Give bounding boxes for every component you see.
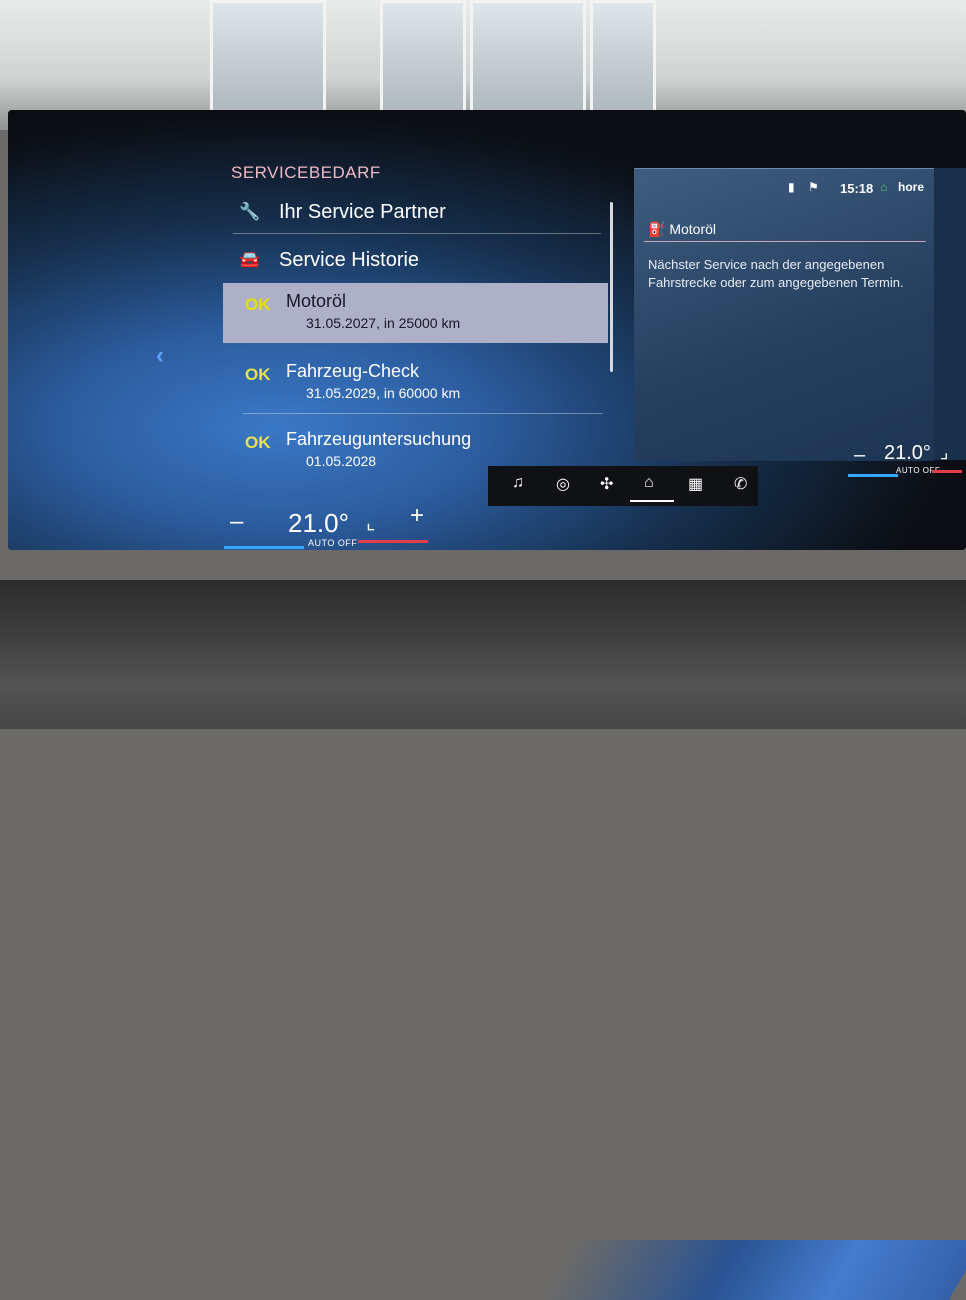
service-detail: 31.05.2029, in 60000 km <box>306 385 461 401</box>
climate-control-driver: – 21.0° ⌞ AUTO OFF + <box>218 502 428 550</box>
service-name: Motoröl <box>286 291 347 311</box>
wrench-icon: 🔧 <box>239 202 261 221</box>
service-name: Fahrzeuguntersuchung <box>286 429 472 449</box>
seat-heating-icon[interactable]: ⌟ <box>940 442 948 463</box>
cool-indicator <box>848 474 898 477</box>
menu-item-service-partner[interactable]: 🔧 Ihr Service Partner <box>233 193 601 234</box>
screen-edge <box>934 168 966 460</box>
ambient-light-strip <box>542 1240 966 1300</box>
heat-indicator <box>932 470 962 473</box>
service-name: Fahrzeug-Check <box>286 361 420 381</box>
user-profile[interactable]: hore <box>898 180 924 194</box>
phone-icon[interactable]: ✆ <box>734 474 747 494</box>
music-note-icon[interactable]: ♫ <box>512 474 524 492</box>
wifi-icon: ⌂ <box>880 180 888 194</box>
status-bar: ▮ ⚑ 15:18 ⌂ hore <box>784 175 934 203</box>
status-badge: OK <box>245 295 271 314</box>
cool-indicator <box>224 546 304 549</box>
seat-heating-icon[interactable]: ⌞ <box>366 510 375 535</box>
status-badge: OK <box>245 433 271 452</box>
phone-signal-icon: ▮ <box>788 180 795 194</box>
temp-decrease-button[interactable]: – <box>854 444 865 467</box>
detail-title: ⛽ Motoröl <box>648 221 716 238</box>
navigation-icon[interactable]: ◎ <box>556 474 570 494</box>
app-dock: ♫ ◎ ✣ ⌂ ▦ ✆ <box>488 466 758 506</box>
apps-grid-icon[interactable]: ▦ <box>688 474 703 494</box>
service-detail: 01.05.2028 <box>306 453 377 469</box>
temperature-readout: 21.0° <box>884 442 931 464</box>
flag-icon: ⚑ <box>808 180 819 194</box>
curved-display: ‹ SERVICEBEDARF 🔧 Ihr Service Partner 🚘 … <box>8 110 966 550</box>
garage-window <box>380 0 466 126</box>
divider <box>243 413 603 414</box>
fan-icon[interactable]: ✣ <box>600 474 613 494</box>
service-item-fahrzeug-check[interactable]: OK Fahrzeug-Check 31.05.2029, in 60000 k… <box>223 353 608 413</box>
climate-mode: AUTO OFF <box>308 538 358 548</box>
temp-decrease-button[interactable]: – <box>230 508 243 536</box>
panel-title: SERVICEBEDARF <box>231 163 381 182</box>
menu-item-label: Service Historie <box>279 249 420 271</box>
detail-panel: ▮ ⚑ 15:18 ⌂ hore ⛽ Motoröl Nächster Serv… <box>634 168 934 461</box>
menu-item-label: Ihr Service Partner <box>279 201 446 223</box>
dashboard-trim <box>0 580 966 1300</box>
service-panel: SERVICEBEDARF 🔧 Ihr Service Partner 🚘 Se… <box>223 155 618 500</box>
home-icon: ⌂ <box>644 474 654 491</box>
oil-can-icon: ⛽ <box>648 221 666 237</box>
status-badge: OK <box>245 365 271 384</box>
temperature-readout: 21.0° <box>288 508 350 538</box>
home-button[interactable]: ⌂ <box>636 470 666 500</box>
back-chevron-icon[interactable]: ‹ <box>156 342 164 370</box>
scrollbar[interactable] <box>610 202 613 372</box>
menu-item-service-history[interactable]: 🚘 Service Historie <box>233 241 601 281</box>
detail-description: Nächster Service nach der angegebenen Fa… <box>648 257 904 290</box>
garage-window <box>470 0 586 126</box>
service-detail: 31.05.2027, in 25000 km <box>306 315 461 331</box>
divider <box>644 241 926 242</box>
climate-control-passenger: – 21.0° ⌟ AUTO OFF <box>844 440 966 480</box>
active-indicator <box>630 500 674 502</box>
service-item-motoroel[interactable]: OK Motoröl 31.05.2027, in 25000 km <box>223 283 608 343</box>
clock: 15:18 <box>840 181 874 196</box>
heat-indicator <box>358 540 428 543</box>
service-history-icon: 🚘 <box>239 250 261 269</box>
detail-title-text: Motoröl <box>669 221 717 237</box>
garage-window <box>590 0 656 126</box>
garage-window <box>210 0 326 126</box>
temp-increase-button[interactable]: + <box>410 502 424 530</box>
